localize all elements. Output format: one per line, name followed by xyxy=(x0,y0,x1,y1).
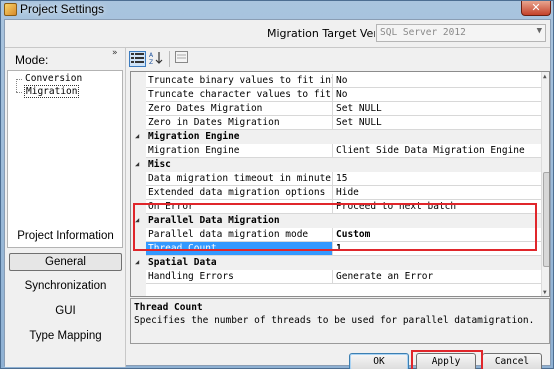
property-row[interactable]: Handling Errors Generate an Error xyxy=(131,270,541,284)
property-value[interactable]: Set NULL xyxy=(333,102,541,116)
property-row[interactable]: Truncate binary values to fit into coNo xyxy=(131,74,541,88)
description-text: Specifies the number of threads to be us… xyxy=(134,315,535,326)
apply-highlight xyxy=(411,350,483,369)
title-bar: Project Settings ✕ xyxy=(1,1,554,18)
nav-synchronization[interactable]: Synchronization xyxy=(5,275,126,299)
tree-item-migration[interactable]: Migration xyxy=(24,85,80,98)
mode-label: Mode: xyxy=(15,53,49,67)
property-name[interactable]: Zero in Dates Migration xyxy=(146,116,333,130)
tree-connector xyxy=(16,79,22,80)
category-label: Spatial Data xyxy=(148,257,217,268)
property-name[interactable]: Handling Errors xyxy=(146,270,333,284)
scrollbar-thumb[interactable] xyxy=(543,172,549,267)
category-label: Misc xyxy=(148,159,171,170)
svg-text:Z: Z xyxy=(149,59,153,65)
dialog-client-area: Migration Target Versi SQL Server 2012 ▼… xyxy=(4,19,551,369)
property-grid: Truncate binary values to fit into coNoT… xyxy=(130,71,550,297)
category-row[interactable]: ◢ Misc xyxy=(131,158,541,172)
description-title: Thread Count xyxy=(134,302,203,313)
cancel-button[interactable]: Cancel xyxy=(482,353,542,369)
toolbar-separator xyxy=(169,51,170,67)
tree-connector xyxy=(16,79,17,92)
chevron-down-icon: ▼ xyxy=(536,26,542,36)
migration-target-value: SQL Server 2012 xyxy=(380,27,466,38)
property-row[interactable]: Truncate character values to fit intoNo xyxy=(131,88,541,102)
property-row[interactable]: Zero Dates Migration Set NULL xyxy=(131,102,541,116)
svg-text:A: A xyxy=(149,52,154,59)
description-panel: Thread Count Specifies the number of thr… xyxy=(130,298,550,344)
property-row[interactable]: Zero in Dates Migration Set NULL xyxy=(131,116,541,130)
property-pages-icon[interactable] xyxy=(173,51,190,67)
property-row[interactable]: Migration Engine Client Side Data Migrati… xyxy=(131,144,541,158)
property-row[interactable]: Data migration timeout in minutes 15 xyxy=(131,172,541,186)
property-name[interactable]: Truncate binary values to fit into co xyxy=(146,74,333,88)
header-bar: Migration Target Versi SQL Server 2012 ▼ xyxy=(5,20,550,48)
collapse-triangle-icon[interactable]: ◢ xyxy=(135,256,139,269)
property-value[interactable]: No xyxy=(333,74,541,88)
property-value[interactable]: Client Side Data Migration Engine xyxy=(333,144,541,158)
property-row[interactable]: Extended data migration options Hide xyxy=(131,186,541,200)
mode-panel: Mode: » Conversion Migration Project Inf… xyxy=(5,48,126,367)
property-value[interactable]: Hide xyxy=(333,186,541,200)
app-icon xyxy=(4,3,17,16)
property-name[interactable]: Migration Engine xyxy=(146,144,333,158)
migration-target-label: Migration Target Versi xyxy=(267,27,375,40)
project-settings-window: Project Settings ✕ Migration Target Vers… xyxy=(0,0,554,369)
scroll-down-icon[interactable]: ▼ xyxy=(543,289,547,296)
category-label: Migration Engine xyxy=(148,131,240,142)
scroll-up-icon[interactable]: ▲ xyxy=(543,73,547,80)
property-name[interactable]: Extended data migration options xyxy=(146,186,333,200)
nav-project-information[interactable]: Project Information xyxy=(5,225,126,249)
nav-gui[interactable]: GUI xyxy=(5,300,126,324)
categorized-icon[interactable] xyxy=(129,51,146,67)
nav-type-mapping[interactable]: Type Mapping xyxy=(5,325,126,349)
property-value[interactable]: Set NULL xyxy=(333,116,541,130)
close-button[interactable]: ✕ xyxy=(521,1,551,16)
category-row[interactable]: ◢ Migration Engine xyxy=(131,130,541,144)
property-name[interactable]: Zero Dates Migration xyxy=(146,102,333,116)
property-toolbar: AZ xyxy=(127,48,550,70)
property-value[interactable]: Generate an Error xyxy=(333,270,541,284)
mode-tree: Conversion Migration xyxy=(7,70,123,248)
property-name[interactable]: Data migration timeout in minutes xyxy=(146,172,333,186)
alphabetical-sort-icon[interactable]: AZ xyxy=(148,51,165,67)
property-value[interactable]: No xyxy=(333,88,541,102)
collapse-icon[interactable]: » xyxy=(112,48,118,58)
collapse-triangle-icon[interactable]: ◢ xyxy=(135,130,139,143)
window-title: Project Settings xyxy=(20,2,105,16)
category-row[interactable]: ◢ Spatial Data xyxy=(131,256,541,270)
migration-target-select[interactable]: SQL Server 2012 ▼ xyxy=(376,24,546,42)
tree-connector xyxy=(16,92,22,93)
collapse-triangle-icon[interactable]: ◢ xyxy=(135,158,139,171)
tree-item-conversion[interactable]: Conversion xyxy=(24,73,83,84)
parallel-migration-highlight xyxy=(133,203,537,251)
vertical-scrollbar[interactable]: ▲ ▼ xyxy=(541,72,549,296)
mode-header: Mode: » xyxy=(5,48,126,70)
property-value[interactable]: 15 xyxy=(333,172,541,186)
nav-general[interactable]: General xyxy=(9,253,122,271)
ok-button[interactable]: OK xyxy=(349,353,409,369)
property-name[interactable]: Truncate character values to fit into xyxy=(146,88,333,102)
